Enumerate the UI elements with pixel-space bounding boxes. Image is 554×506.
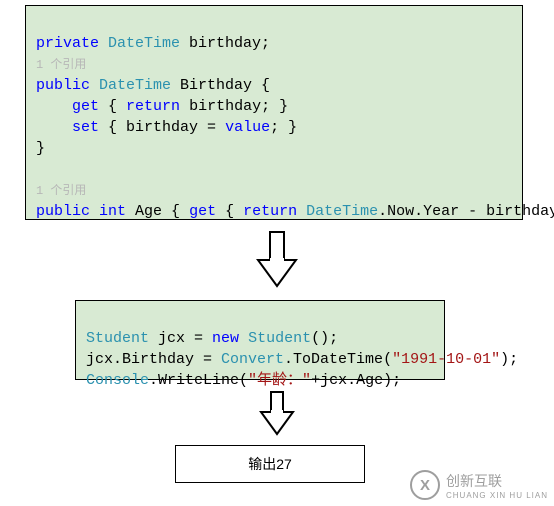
keyword-set: set	[72, 119, 99, 136]
type-datetime: DateTime	[306, 203, 378, 220]
code-text: jcx.Birthday =	[86, 351, 221, 368]
code-block-usage: Student jcx = new Student(); jcx.Birthda…	[75, 300, 445, 380]
code-text: }	[36, 140, 45, 157]
watermark: X 创新互联 CHUANG XIN HU LIAN	[410, 470, 548, 500]
code-block-class-definition: private DateTime birthday; 1 个引用 public …	[25, 5, 523, 220]
arrow-down-icon	[254, 230, 300, 290]
output-box: 输出27	[175, 445, 365, 483]
keyword-public: public	[36, 77, 90, 94]
code-text: Age {	[126, 203, 189, 220]
type-console: Console	[86, 372, 149, 389]
string-literal: "1991-10-01"	[392, 351, 500, 368]
code-text: .WriteLine(	[149, 372, 248, 389]
keyword-private: private	[36, 35, 99, 52]
code-text: birthday; }	[180, 98, 288, 115]
watermark-subtext: CHUANG XIN HU LIAN	[446, 492, 548, 500]
arrow-down-icon	[258, 390, 296, 438]
watermark-text-wrap: 创新互联 CHUANG XIN HU LIAN	[446, 471, 548, 500]
type-datetime: DateTime	[99, 77, 171, 94]
indent	[36, 119, 72, 136]
keyword-return: return	[126, 98, 180, 115]
type-convert: Convert	[221, 351, 284, 368]
code-text: ; }	[270, 119, 297, 136]
code-text: ();	[311, 330, 338, 347]
code-text: .ToDateTime(	[284, 351, 392, 368]
code-text: Birthday {	[171, 77, 270, 94]
keyword-get: get	[72, 98, 99, 115]
keyword-return: return	[243, 203, 297, 220]
code-text: {	[216, 203, 243, 220]
string-literal: "年龄："	[248, 372, 311, 389]
code-text: {	[99, 98, 126, 115]
codelens-reference: 1 个引用	[36, 184, 86, 198]
codelens-reference: 1 个引用	[36, 58, 86, 72]
keyword-get: get	[189, 203, 216, 220]
type-datetime: DateTime	[108, 35, 180, 52]
code-text: { birthday =	[99, 119, 225, 136]
type-student: Student	[248, 330, 311, 347]
code-text: jcx =	[149, 330, 212, 347]
code-text: .Now.Year - birthday.Year; } }	[378, 203, 554, 220]
type-student: Student	[86, 330, 149, 347]
code-text: +jcx.Age);	[311, 372, 401, 389]
keyword-new: new	[212, 330, 239, 347]
keyword-value: value	[225, 119, 270, 136]
keyword-public: public	[36, 203, 90, 220]
code-text: );	[500, 351, 518, 368]
keyword-int: int	[99, 203, 126, 220]
output-text: 输出27	[248, 456, 292, 472]
code-text: birthday;	[180, 35, 270, 52]
watermark-text: 创新互联	[446, 473, 502, 489]
indent	[36, 98, 72, 115]
watermark-logo-icon: X	[410, 470, 440, 500]
